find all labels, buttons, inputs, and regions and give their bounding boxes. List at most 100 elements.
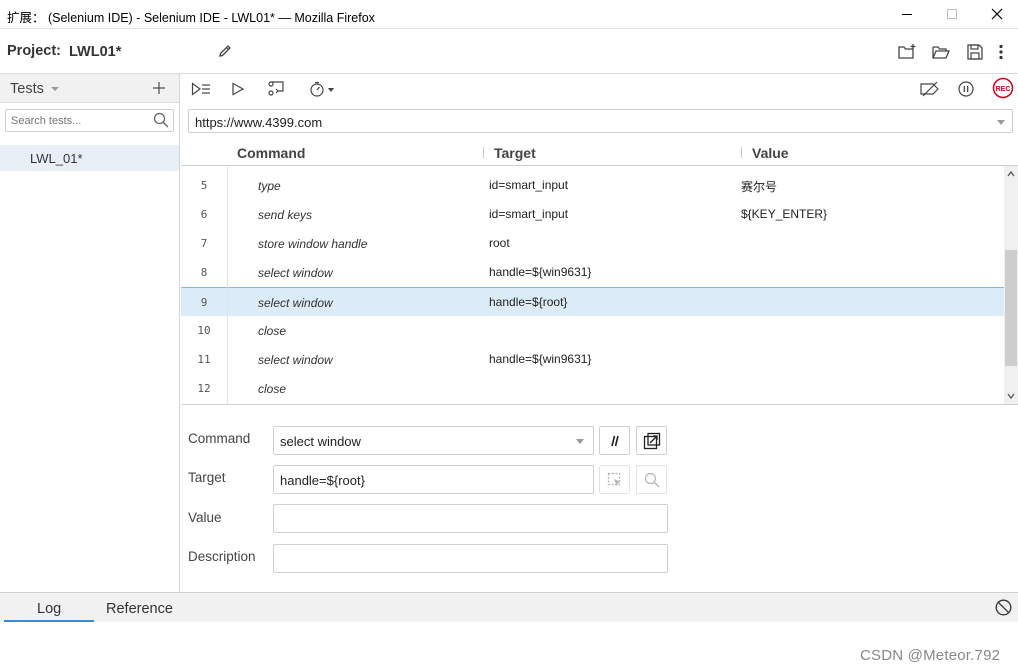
- table-row[interactable]: 12 close: [181, 374, 1004, 403]
- project-label: Project:: [7, 43, 61, 59]
- active-tab-indicator: [4, 620, 94, 622]
- command-table-scrollbar[interactable]: [1004, 166, 1018, 404]
- command-select-value: select window: [280, 434, 361, 449]
- project-name-field[interactable]: LWL01*: [62, 38, 238, 66]
- row-number: 12: [197, 382, 211, 395]
- maximize-icon: [947, 9, 957, 19]
- description-input[interactable]: [273, 544, 668, 573]
- table-row[interactable]: 7 store window handle root: [181, 229, 1004, 258]
- target-label: Target: [188, 470, 226, 485]
- target-input[interactable]: handle=${root}: [273, 465, 594, 494]
- row-command: close: [258, 382, 287, 396]
- table-row[interactable]: 11 select window handle=${win9631}: [181, 345, 1004, 374]
- close-icon: [991, 8, 1003, 20]
- base-url-value: https://www.4399.com: [195, 115, 323, 130]
- base-url-select[interactable]: https://www.4399.com: [188, 109, 1013, 133]
- run-all-tests-button[interactable]: [191, 79, 211, 99]
- search-tests-input[interactable]: [5, 109, 174, 132]
- find-target-button[interactable]: [636, 465, 667, 494]
- edit-project-name-button[interactable]: [217, 43, 233, 62]
- breakpoint-disabled-icon: [920, 81, 939, 97]
- table-row[interactable]: 9 select window handle=${root}: [181, 287, 1004, 316]
- description-label: Description: [188, 549, 256, 564]
- row-target: id=smart_input: [489, 178, 569, 192]
- select-target-button[interactable]: [599, 465, 630, 494]
- test-speed-button[interactable]: [309, 79, 337, 99]
- line-number-divider: [227, 166, 228, 404]
- chevron-down-icon: [997, 120, 1005, 125]
- test-item-lwl-01[interactable]: LWL_01*: [0, 145, 179, 171]
- kebab-menu-icon: [999, 44, 1003, 60]
- command-table: Command Target Value 5 type id=smart_input…: [181, 139, 1018, 405]
- save-project-button[interactable]: [958, 39, 992, 65]
- row-target: root: [489, 236, 510, 250]
- add-test-button[interactable]: [152, 77, 166, 99]
- row-number: 6: [200, 208, 208, 221]
- play-icon: [232, 82, 245, 96]
- open-project-button[interactable]: [924, 39, 958, 65]
- playback-toolbar: REC: [181, 74, 1018, 103]
- project-header: Project: LWL01*: [0, 30, 1018, 74]
- open-reference-button[interactable]: [636, 426, 667, 455]
- value-input[interactable]: [273, 504, 668, 533]
- row-target: id=smart_input: [489, 207, 569, 221]
- value-label: Value: [188, 510, 222, 525]
- step-icon: [268, 81, 284, 96]
- command-select[interactable]: select window: [273, 426, 594, 455]
- command-label: Command: [188, 431, 251, 446]
- pause-icon: [958, 81, 974, 97]
- run-current-test-button[interactable]: [231, 79, 245, 99]
- row-command: select window: [258, 353, 333, 367]
- row-number: 8: [200, 266, 208, 279]
- row-number: 11: [197, 353, 211, 366]
- column-divider: [741, 147, 742, 158]
- window-title: 扩展： (Selenium IDE) - Selenium IDE - LWL0…: [7, 11, 375, 25]
- disable-breakpoints-button[interactable]: [919, 79, 941, 99]
- pause-on-exceptions-button[interactable]: [958, 79, 974, 99]
- table-row[interactable]: 5 type id=smart_input 赛尔号: [181, 171, 1004, 200]
- tests-dropdown[interactable]: Tests: [10, 81, 44, 97]
- clear-icon: [995, 599, 1012, 616]
- record-button[interactable]: REC: [992, 77, 1014, 99]
- project-toolbar: [890, 39, 1010, 65]
- external-link-icon: [643, 432, 660, 449]
- open-folder-icon: [932, 46, 950, 59]
- main-editor-area: REC https://www.4399.com Command Target …: [181, 74, 1018, 592]
- column-header-target: Target: [494, 145, 536, 161]
- clear-log-button[interactable]: [995, 599, 1012, 619]
- row-command: type: [258, 179, 281, 193]
- step-over-button[interactable]: [267, 79, 285, 99]
- comment-slash-icon: [610, 435, 619, 446]
- console-panel: Log Reference: [0, 592, 1018, 622]
- target-picker-icon: [607, 472, 621, 486]
- minimize-button[interactable]: [884, 0, 930, 28]
- row-target: handle=${win9631}: [489, 352, 592, 366]
- record-icon: REC: [992, 77, 1014, 99]
- close-window-button[interactable]: [974, 0, 1018, 28]
- command-table-body: 5 type id=smart_input 赛尔号 6 send keys id=smart…: [181, 166, 1005, 404]
- maximize-button[interactable]: [929, 0, 975, 28]
- tests-sidebar: Tests LWL_01*: [0, 74, 180, 592]
- row-number: 10: [197, 324, 211, 337]
- tab-log[interactable]: Log: [37, 601, 61, 617]
- row-target: handle=${root}: [489, 295, 568, 309]
- new-project-button[interactable]: [890, 39, 924, 65]
- pencil-icon: [219, 45, 231, 57]
- tab-reference[interactable]: Reference: [106, 601, 173, 617]
- scrollbar-thumb[interactable]: [1005, 250, 1017, 366]
- table-row[interactable]: 6 send keys id=smart_input ${KEY_ENTER}: [181, 200, 1004, 229]
- table-row[interactable]: 10 close: [181, 316, 1004, 345]
- column-header-value: Value: [752, 145, 789, 161]
- table-row[interactable]: 8 select window handle=${win9631}: [181, 258, 1004, 287]
- more-options-button[interactable]: [992, 39, 1010, 65]
- row-number: 5: [200, 179, 208, 192]
- record-label: REC: [996, 86, 1011, 93]
- save-icon: [967, 44, 983, 60]
- run-all-icon: [191, 82, 210, 96]
- toggle-comment-button[interactable]: [599, 426, 630, 455]
- column-divider: [483, 147, 484, 158]
- scroll-down-icon: [1007, 393, 1015, 400]
- row-target: handle=${win9631}: [489, 265, 592, 279]
- search-icon: [153, 112, 169, 131]
- row-command: select window: [258, 296, 333, 310]
